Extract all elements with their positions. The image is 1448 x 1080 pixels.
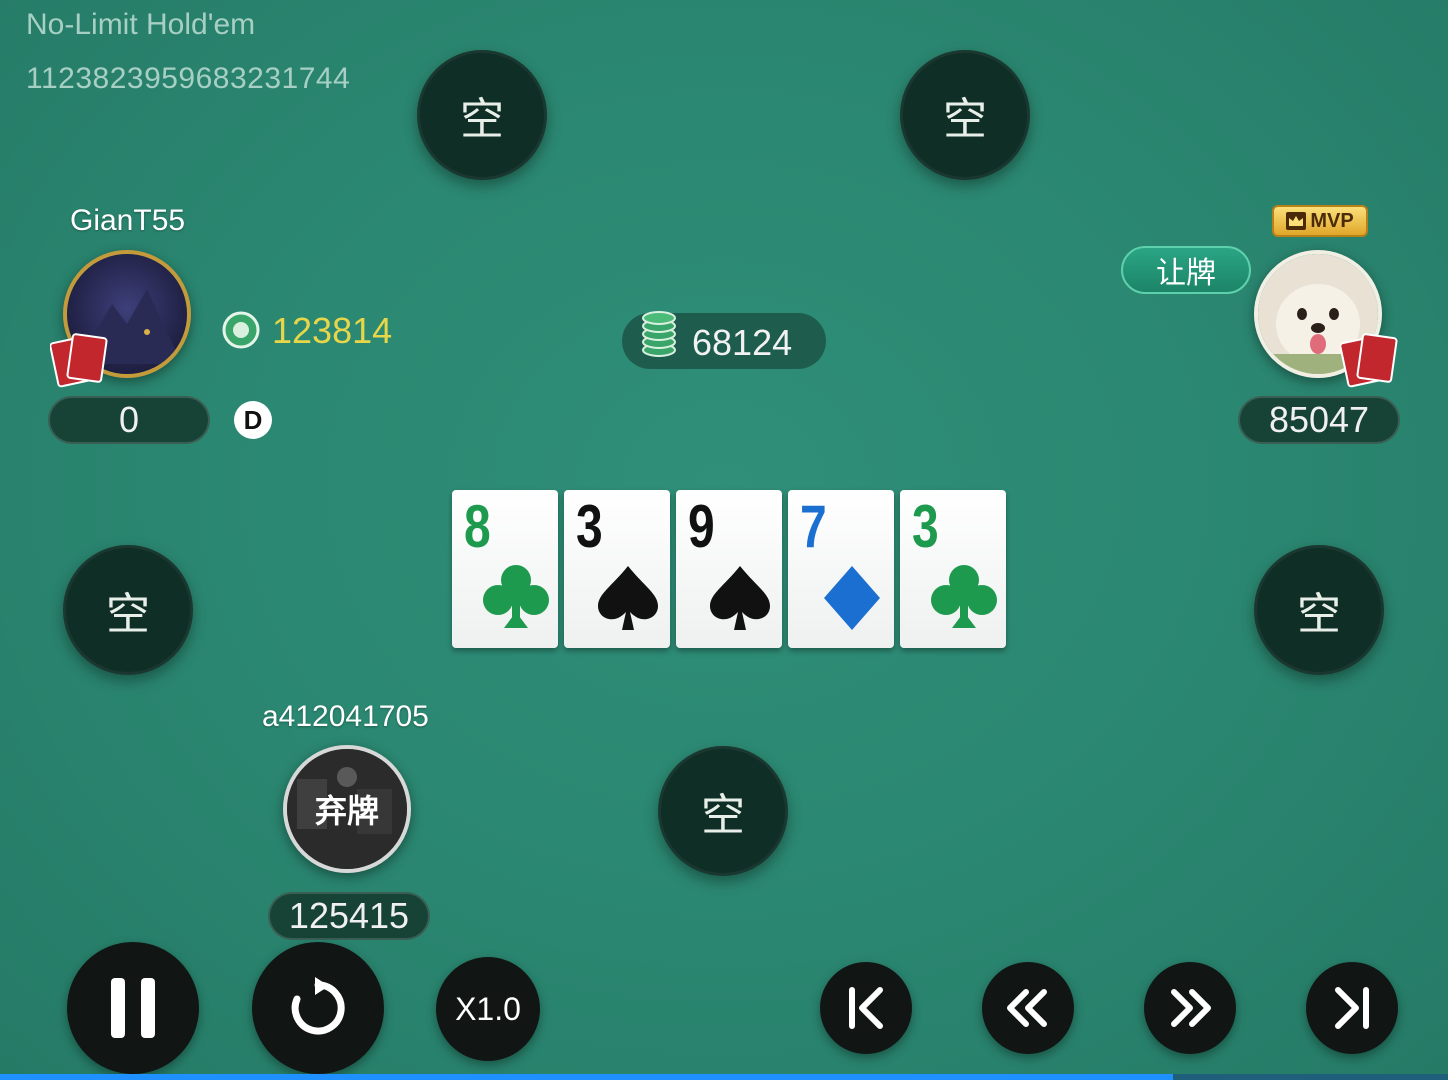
fast-forward-button[interactable] xyxy=(1144,962,1236,1054)
empty-seat-top-right[interactable]: 空 xyxy=(900,50,1030,180)
speed-label: X1.0 xyxy=(455,990,521,1027)
pause-button[interactable] xyxy=(67,942,199,1074)
speed-button[interactable]: X1.0 xyxy=(436,957,540,1061)
card-rank: 3 xyxy=(912,493,939,560)
hole-cards-icon xyxy=(1339,330,1400,393)
skip-to-start-button[interactable] xyxy=(820,962,912,1054)
player-left-name: GianT55 xyxy=(70,204,186,237)
mvp-badge: MVP xyxy=(1272,205,1368,237)
card-rank: 3 xyxy=(576,493,603,560)
game-id: 1123823959683231744 xyxy=(26,62,351,95)
rewind-icon xyxy=(1007,989,1047,1027)
board-card: 7 xyxy=(788,490,894,648)
empty-seat-label: 空 xyxy=(1297,589,1341,640)
empty-seat-label: 空 xyxy=(943,94,987,145)
player-bottom-stack: 125415 xyxy=(268,892,430,940)
mvp-label: MVP xyxy=(1310,209,1354,232)
player-right-action: 让牌 xyxy=(1121,246,1251,294)
card-rank: 8 xyxy=(464,493,491,560)
pause-icon xyxy=(111,978,155,1038)
empty-seat-label: 空 xyxy=(460,94,504,145)
player-left-bet-value: 0 xyxy=(118,399,140,440)
board-card: 9 xyxy=(676,490,782,648)
rewind-button[interactable] xyxy=(982,962,1074,1054)
chip-icon xyxy=(222,311,260,354)
player-left-bet: 0 xyxy=(48,396,210,444)
game-title: No-Limit Hold'em xyxy=(26,8,256,41)
player-bottom-stack-value: 125415 xyxy=(288,895,410,936)
empty-seat-label: 空 xyxy=(701,790,745,841)
board-card: 3 xyxy=(564,490,670,648)
chip-stack-icon xyxy=(640,306,678,363)
hole-cards-icon xyxy=(49,330,110,393)
progress-fill xyxy=(0,1074,1173,1080)
empty-seat-label: 空 xyxy=(106,589,150,640)
card-rank: 7 xyxy=(800,493,827,560)
replay-icon xyxy=(291,977,345,1035)
dealer-button: D xyxy=(234,401,272,439)
board-card: 3 xyxy=(900,490,1006,648)
player-right-stack-value: 85047 xyxy=(1268,399,1370,440)
replay-button[interactable] xyxy=(252,942,384,1074)
empty-seat-bottom[interactable]: 空 xyxy=(658,746,788,876)
pot-amount: 68124 xyxy=(692,322,793,363)
player-left-chips: 123814 xyxy=(272,310,393,351)
empty-seat-left[interactable]: 空 xyxy=(63,545,193,675)
player-bottom-avatar[interactable]: 弃牌 xyxy=(283,745,411,873)
skip-start-icon xyxy=(849,987,883,1029)
empty-seat-right[interactable]: 空 xyxy=(1254,545,1384,675)
crown-icon xyxy=(1286,212,1307,230)
player-bottom-name: a412041705 xyxy=(262,700,429,733)
empty-seat-top-left[interactable]: 空 xyxy=(417,50,547,180)
skip-to-end-button[interactable] xyxy=(1306,962,1398,1054)
card-rank: 9 xyxy=(688,493,715,560)
fast-forward-icon xyxy=(1171,989,1211,1027)
player-bottom-status: 弃牌 xyxy=(287,749,407,869)
player-right-stack: 85047 xyxy=(1238,396,1400,444)
skip-end-icon xyxy=(1335,987,1369,1029)
board-card: 8 xyxy=(452,490,558,648)
